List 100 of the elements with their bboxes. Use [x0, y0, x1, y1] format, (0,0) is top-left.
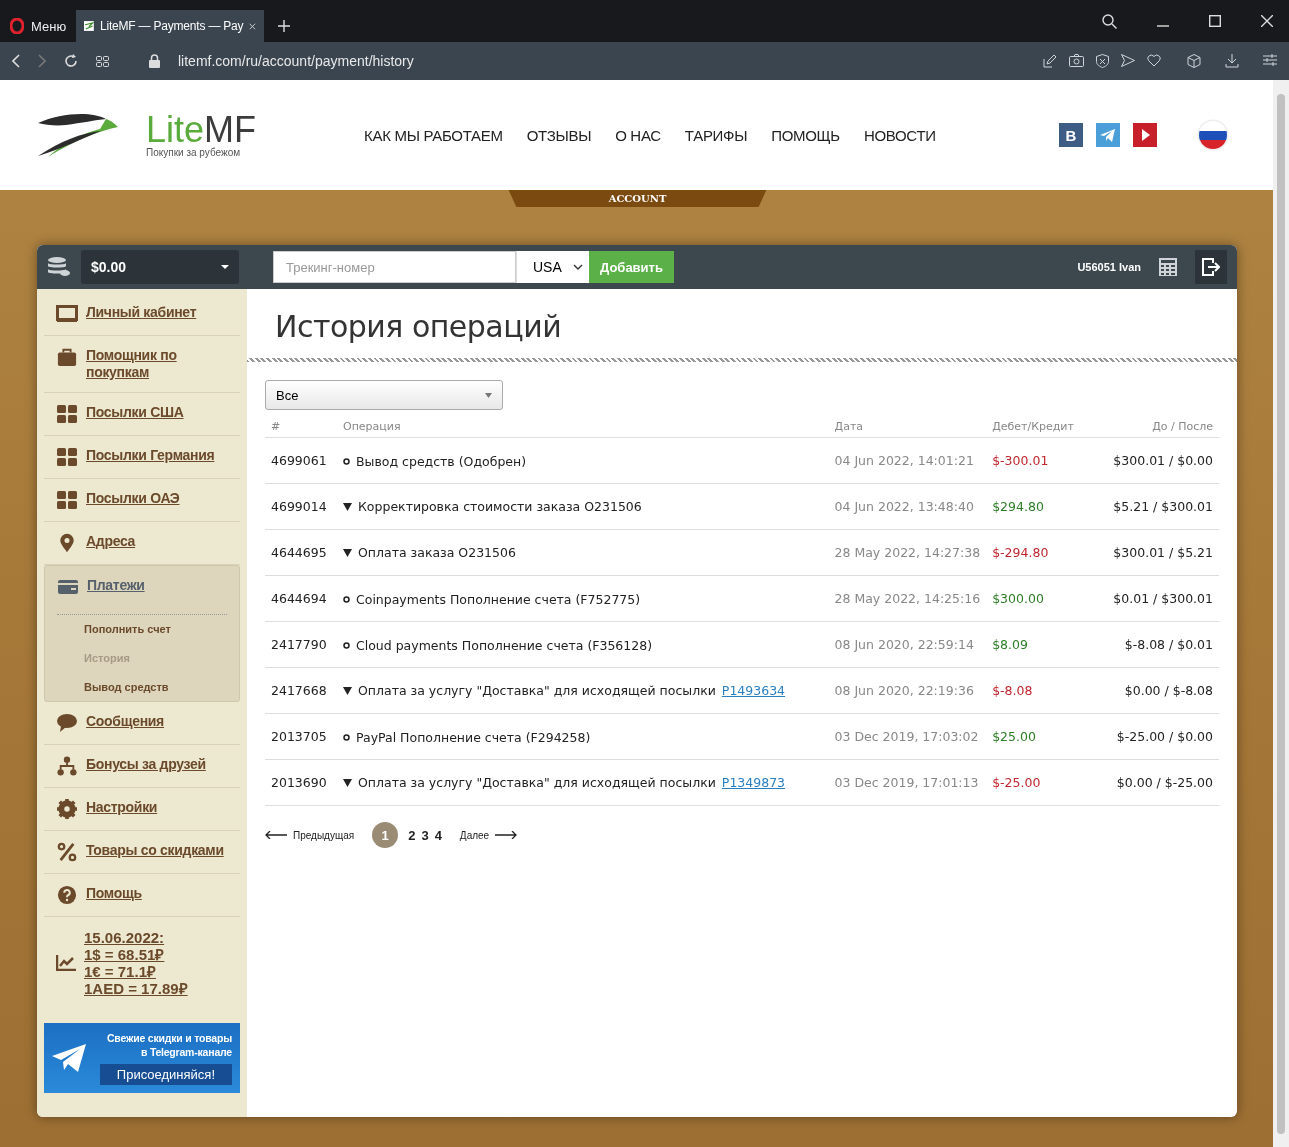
tracking-input[interactable]: Трекинг-номер	[273, 251, 516, 283]
caret-icon	[221, 265, 229, 269]
reload-icon[interactable]	[64, 54, 78, 68]
bag-icon	[56, 347, 78, 367]
vk-link[interactable]: В	[1059, 123, 1083, 147]
tiles-icon[interactable]	[96, 55, 109, 67]
operation-text: Оплата заказа O231506	[358, 545, 516, 561]
nav-link[interactable]: ПОМОЩЬ	[771, 126, 840, 144]
table-cell: 08 Jun 2020, 22:19:36	[828, 667, 987, 714]
sidebar-link[interactable]: Помощь	[86, 885, 142, 902]
heart-icon[interactable]	[1147, 54, 1161, 67]
scrollbar-thumb[interactable]	[1277, 94, 1285, 1134]
sidebar-link[interactable]: Товары со скидками	[86, 842, 224, 859]
logout-button[interactable]	[1195, 250, 1227, 284]
paper-plane-icon	[52, 1044, 86, 1072]
page-link[interactable]: 2	[408, 827, 416, 843]
download-icon[interactable]	[1225, 54, 1239, 68]
operation-text: Оплата за услугу "Доставка" для исходящей посылки	[358, 775, 716, 791]
submenu-link[interactable]: Вывод средств	[84, 677, 227, 693]
column-header: Операция	[337, 416, 829, 438]
page-title: История операций	[274, 308, 563, 346]
table-cell: $300.01 / $0.00	[1098, 437, 1219, 484]
table-cell: $294.80	[986, 483, 1099, 530]
cube-icon[interactable]	[1187, 54, 1201, 68]
close-icon[interactable]	[1261, 15, 1273, 27]
play-icon[interactable]	[1133, 123, 1157, 147]
back-icon[interactable]	[12, 54, 20, 68]
telegram-banner[interactable]: Свежие скидки и товары в Telegram-канале Присоединяйся!	[44, 1023, 240, 1093]
table-cell: $-300.01	[986, 437, 1099, 484]
sidebar-link[interactable]: Адреса	[86, 533, 136, 550]
logo-tagline: Покупки за рубежом	[146, 146, 242, 158]
table-cell: 08 Jun 2020, 22:59:14	[828, 621, 987, 668]
logo-text[interactable]: LiteMF	[146, 112, 257, 147]
table-cell: 2013705	[265, 713, 337, 760]
card-icon	[57, 577, 79, 597]
browser-tab[interactable]: LiteMF — Payments — Pay	[76, 10, 265, 42]
flag-icon[interactable]	[1197, 119, 1229, 151]
table-cell: $-8.08	[986, 667, 1099, 714]
sidebar-link[interactable]: Личный кабинет	[86, 304, 197, 321]
table-cell: $-8.08 / $0.01	[1098, 621, 1219, 668]
telegram-icon[interactable]	[1096, 123, 1120, 147]
sidebar-link[interactable]: Сообщения	[86, 713, 164, 730]
submenu-link[interactable]: Пополнить счет	[84, 619, 227, 635]
exchange-rates-link[interactable]: 15.06.2022: 1$ = 68.51₽ 1€ = 71.1₽ 1AED = 17.89₽	[84, 929, 188, 997]
nav-link[interactable]: КАК МЫ РАБОТАЕМ	[364, 126, 503, 144]
table-cell: 4699014	[265, 483, 337, 530]
parcel-link[interactable]: P1349873	[721, 775, 786, 791]
sidebar-link[interactable]: Посылки США	[86, 404, 184, 421]
column-header: Дата	[828, 416, 987, 438]
search-icon[interactable]	[1102, 13, 1117, 29]
filter-select[interactable]: Все	[265, 380, 503, 410]
percent-icon	[56, 842, 78, 862]
page-link[interactable]: 4	[434, 827, 442, 843]
parcel-link[interactable]: P1493634	[721, 683, 786, 699]
trend-chart-icon	[56, 955, 76, 971]
sidebar-link[interactable]: Посылки ОАЭ	[86, 490, 180, 507]
shield-icon[interactable]	[1096, 54, 1109, 68]
nav-link[interactable]: О НАС	[615, 126, 661, 144]
table-cell: 4644695	[265, 529, 337, 576]
chevron-icon	[573, 264, 583, 270]
table-cell: 2417790	[265, 621, 337, 668]
settings-icon[interactable]	[1263, 54, 1277, 66]
send-icon[interactable]	[1121, 54, 1135, 67]
grid-icon	[56, 490, 78, 510]
opera-logo-icon	[10, 18, 24, 34]
country-select[interactable]: USA	[516, 251, 589, 283]
edit-icon[interactable]	[1043, 54, 1057, 68]
right-arrow-icon	[495, 831, 518, 839]
operation-text: Вывод средств (Одобрен)	[356, 453, 527, 469]
caret-icon	[485, 392, 492, 398]
table-cell: $-294.80	[986, 529, 1099, 576]
table-cell: 03 Dec 2019, 17:03:02	[828, 713, 987, 760]
calculator-icon[interactable]	[1159, 258, 1177, 276]
camera-icon[interactable]	[1069, 54, 1084, 67]
url-field[interactable]: litemf.com/ru/account/payment/history	[178, 53, 414, 69]
nav-link[interactable]: НОВОСТИ	[863, 126, 936, 144]
balance-dropdown[interactable]: $0.00	[81, 250, 239, 284]
operation-text: Корректировка стоимости заказа O231506	[358, 499, 642, 515]
table-cell: $0.00 / $-25.00	[1098, 759, 1219, 806]
next-link[interactable]: Далее	[459, 829, 518, 841]
user-id[interactable]: U56051 Ivan	[1077, 261, 1141, 273]
sidebar-link[interactable]: Посылки Германия	[86, 447, 215, 464]
page-link[interactable]: 3	[421, 827, 429, 843]
nav-link[interactable]: ТАРИФЫ	[684, 126, 748, 144]
sidebar-link[interactable]: Настройки	[86, 799, 158, 816]
table-cell: 2013690	[265, 759, 337, 806]
table-cell: 03 Dec 2019, 17:01:13	[828, 759, 987, 806]
sidebar-link[interactable]: Помощник по покупкам	[86, 347, 228, 381]
hierarchy-icon	[56, 756, 78, 776]
nav-link[interactable]: ОТЗЫВЫ	[526, 126, 592, 144]
table-cell: 2417668	[265, 667, 337, 714]
sidebar-link[interactable]: Бонусы за друзей	[86, 756, 206, 773]
previous-link[interactable]: Предыдущая	[265, 829, 355, 841]
menu-label[interactable]: Меню	[31, 18, 67, 34]
sidebar-link[interactable]: Платежи	[87, 577, 145, 594]
maximize-icon[interactable]	[1209, 15, 1221, 27]
table-cell: 04 Jun 2022, 13:48:40	[828, 483, 987, 530]
section-ribbon: ACCOUNT	[508, 190, 767, 207]
site-favicon-icon	[84, 18, 94, 34]
join-button[interactable]: Присоединяйся!	[99, 1063, 232, 1085]
